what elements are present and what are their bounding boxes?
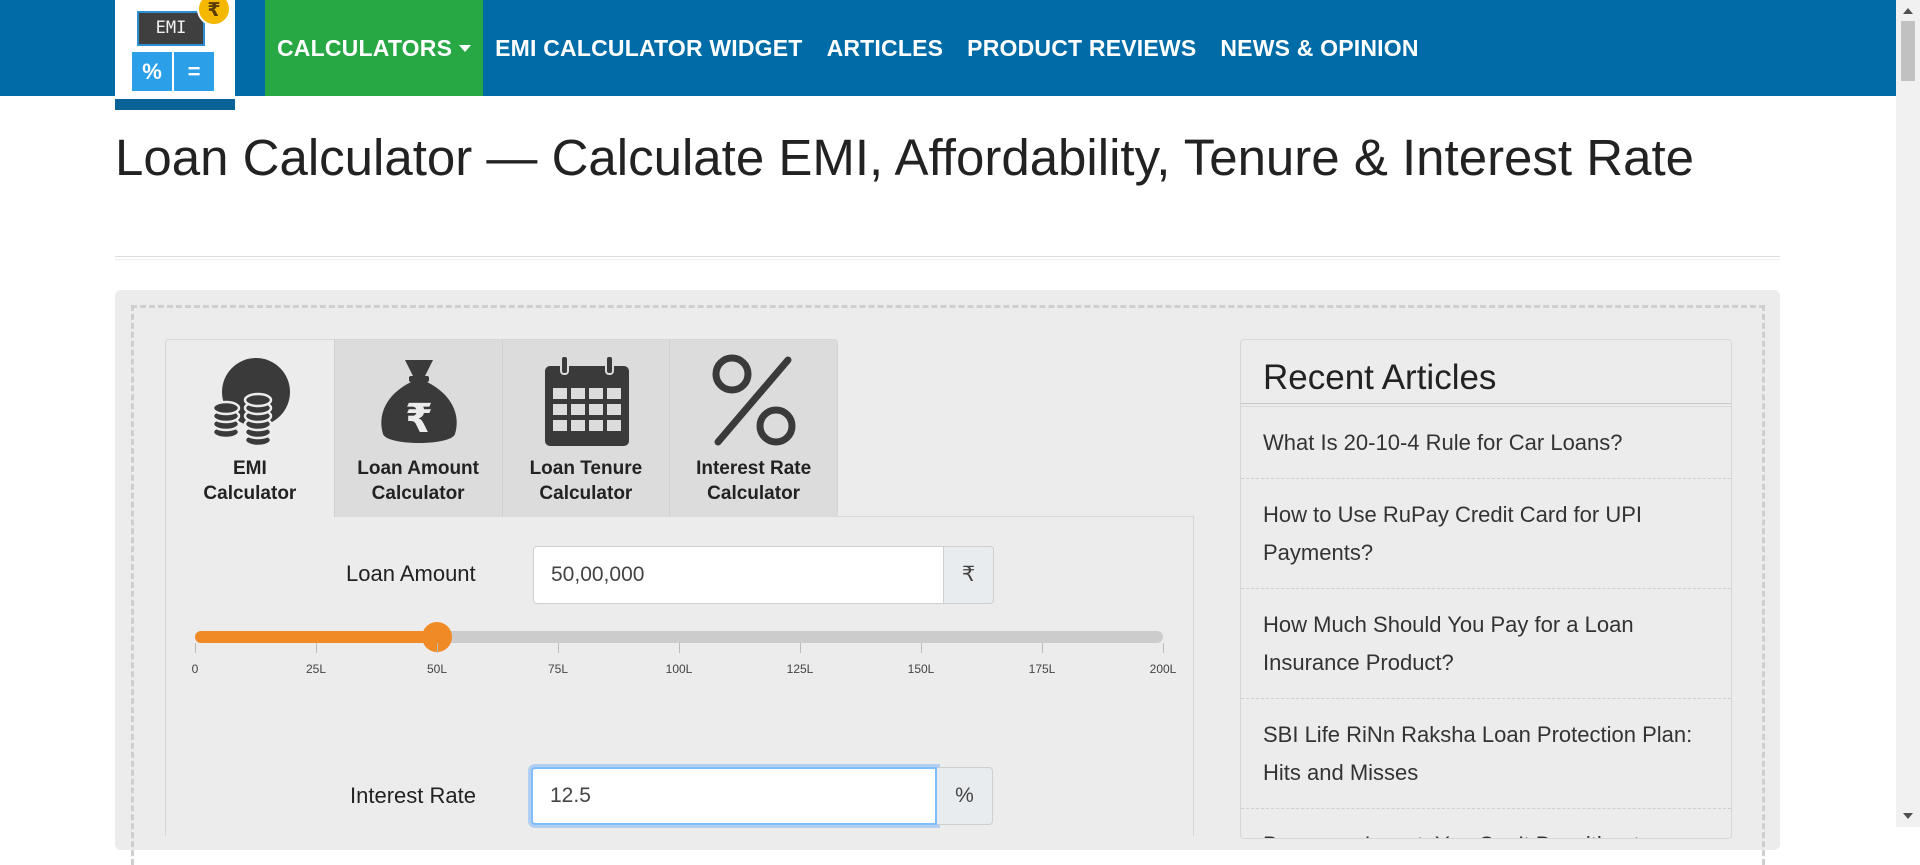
slider-tick-label: 100L bbox=[665, 662, 693, 676]
rupee-addon: ₹ bbox=[944, 546, 994, 604]
nav-articles[interactable]: ARTICLES bbox=[815, 0, 956, 96]
logo-underline bbox=[115, 99, 235, 110]
loan-amount-label: Loan Amount bbox=[346, 561, 476, 586]
article-link[interactable]: How Much Should You Pay for a Loan Insur… bbox=[1241, 589, 1731, 699]
slider-fill bbox=[195, 631, 437, 643]
recent-articles-list: What Is 20-10-4 Rule for Car Loans? How … bbox=[1241, 407, 1731, 838]
slider-tick bbox=[195, 643, 196, 653]
tab-emi-calculator[interactable]: EMI Calculator bbox=[166, 340, 334, 517]
slider-tick bbox=[316, 643, 317, 653]
tab-loan-tenure-calculator[interactable]: Loan Tenure Calculator bbox=[501, 340, 670, 517]
calculator-tabs: EMI Calculator ₹ Loan Amount Calculator bbox=[165, 339, 838, 517]
nav-emi-widget[interactable]: EMI CALCULATOR WIDGET bbox=[483, 0, 814, 96]
tab-interest-rate-line1: Interest Rate bbox=[696, 458, 812, 479]
interest-rate-label: Interest Rate bbox=[350, 783, 476, 808]
slider-tick bbox=[921, 643, 922, 653]
logo-screen: EMI bbox=[137, 11, 205, 46]
scroll-up-arrow-icon[interactable] bbox=[1903, 8, 1913, 14]
tab-loan-tenure-line2: Calculator bbox=[539, 483, 633, 504]
page-title: Loan Calculator — Calculate EMI, Afforda… bbox=[115, 129, 1694, 186]
logo-key-equals: = bbox=[174, 52, 214, 91]
article-link[interactable]: Borrow or Invest: You Can’t Do without bbox=[1241, 809, 1731, 838]
tab-emi-label: EMI Calculator bbox=[166, 456, 334, 506]
site-logo[interactable]: EMI % = ₹ bbox=[115, 0, 235, 110]
slider-tick-label: 150L bbox=[907, 662, 935, 676]
main-nav: CALCULATORS EMI CALCULATOR WIDGET ARTICL… bbox=[265, 0, 1431, 96]
recent-articles-title: Recent Articles bbox=[1263, 358, 1497, 397]
slider-tick-label: 0 bbox=[191, 662, 199, 676]
coins-icon bbox=[211, 358, 290, 448]
slider-ticks: 0 25L 50L 75L 100L 125L 150L 175L 200L bbox=[191, 643, 1176, 683]
scroll-down-arrow-icon[interactable] bbox=[1903, 813, 1913, 819]
title-divider bbox=[115, 256, 1780, 260]
nav-calculators-dropdown[interactable]: CALCULATORS bbox=[265, 0, 484, 96]
tab-loan-tenure-label: Loan Tenure Calculator bbox=[503, 456, 670, 506]
slider-tick bbox=[679, 643, 680, 653]
slider-tick-label: 125L bbox=[786, 662, 814, 676]
tab-loan-tenure-line1: Loan Tenure bbox=[529, 458, 643, 479]
tab-loan-amount-calculator[interactable]: ₹ Loan Amount Calculator bbox=[333, 340, 502, 517]
logo-key-percent: % bbox=[132, 52, 172, 91]
tab-loan-amount-line2: Calculator bbox=[371, 483, 465, 504]
interest-rate-input[interactable]: 12.5 bbox=[531, 767, 937, 825]
slider-tick-label: 175L bbox=[1028, 662, 1056, 676]
nav-calculators-label: CALCULATORS bbox=[277, 34, 453, 61]
tab-interest-rate-calculator[interactable]: Interest Rate Calculator bbox=[669, 340, 837, 517]
scroll-thumb[interactable] bbox=[1901, 21, 1915, 81]
tab-interest-rate-line2: Calculator bbox=[707, 483, 801, 504]
loan-amount-input[interactable]: 50,00,000 bbox=[533, 546, 944, 604]
caret-down-icon bbox=[459, 44, 472, 52]
slider-tick bbox=[1042, 643, 1043, 653]
loan-amount-input-group: 50,00,000 ₹ bbox=[533, 546, 994, 604]
article-link[interactable]: How to Use RuPay Credit Card for UPI Pay… bbox=[1241, 479, 1731, 589]
tab-interest-rate-label: Interest Rate Calculator bbox=[670, 456, 837, 506]
active-tab-joiner bbox=[166, 514, 332, 518]
recent-articles-panel: Recent Articles What Is 20-10-4 Rule for… bbox=[1240, 339, 1732, 839]
slider-tick bbox=[1163, 643, 1164, 653]
slider-tick-label: 50L bbox=[426, 662, 448, 676]
tab-loan-amount-label: Loan Amount Calculator bbox=[335, 456, 502, 506]
loan-amount-slider[interactable] bbox=[195, 622, 1163, 652]
nav-news-opinion[interactable]: NEWS & OPINION bbox=[1208, 0, 1430, 96]
logo-keys: % = bbox=[132, 52, 214, 91]
slider-tick-label: 25L bbox=[305, 662, 327, 676]
percent-icon bbox=[712, 354, 796, 446]
percent-addon: % bbox=[937, 767, 993, 825]
article-link[interactable]: SBI Life RiNn Raksha Loan Protection Pla… bbox=[1241, 699, 1731, 809]
slider-tick bbox=[800, 643, 801, 653]
slider-tick-label: 200L bbox=[1149, 662, 1177, 676]
money-bag-icon: ₹ bbox=[381, 360, 457, 443]
interest-rate-input-group: 12.5 % bbox=[531, 767, 993, 825]
slider-tick-label: 75L bbox=[547, 662, 569, 676]
top-navbar: CALCULATORS EMI CALCULATOR WIDGET ARTICL… bbox=[0, 0, 1896, 96]
nav-product-reviews[interactable]: PRODUCT REVIEWS bbox=[955, 0, 1208, 96]
svg-text:₹: ₹ bbox=[405, 396, 433, 442]
tab-emi-line2: Calculator bbox=[203, 483, 297, 504]
tab-emi-line1: EMI bbox=[232, 458, 267, 479]
page-scrollbar[interactable] bbox=[1896, 0, 1920, 827]
slider-tick bbox=[437, 643, 438, 653]
article-link[interactable]: What Is 20-10-4 Rule for Car Loans? bbox=[1241, 407, 1731, 479]
tab-loan-amount-line1: Loan Amount bbox=[357, 458, 479, 479]
slider-tick bbox=[558, 643, 559, 653]
calendar-icon bbox=[544, 355, 629, 446]
